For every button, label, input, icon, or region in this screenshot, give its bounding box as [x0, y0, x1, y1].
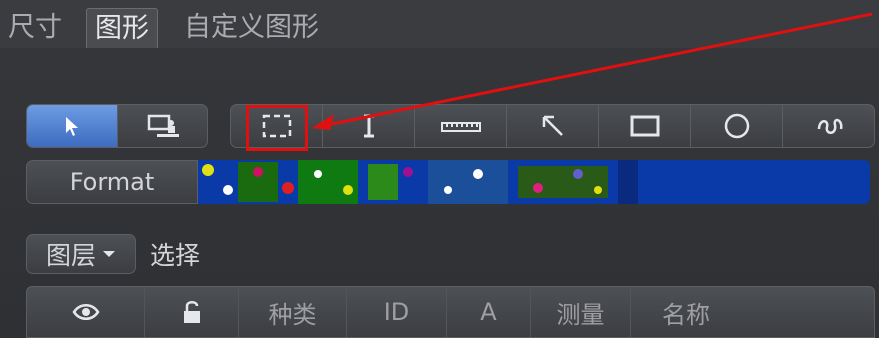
format-button-label: Format [69, 168, 155, 196]
visibility-column-header[interactable] [27, 287, 145, 337]
measure-column-header[interactable]: 测量 [531, 287, 631, 337]
a-column-header[interactable]: A [447, 287, 531, 337]
lock-column-header[interactable] [145, 287, 239, 337]
format-button[interactable]: Format [26, 160, 198, 204]
layer-dropdown-label: 图层 [45, 241, 96, 270]
layer-dropdown[interactable]: 图层 [26, 234, 136, 274]
id-column-header[interactable]: ID [347, 287, 447, 337]
select-label[interactable]: 选择 [150, 236, 200, 272]
chevron-down-icon [102, 249, 116, 259]
name-column-header[interactable]: 名称 [631, 287, 741, 337]
eye-icon [71, 303, 100, 321]
layer-table-header: 种类 ID A 测量 名称 [26, 286, 875, 338]
lock-icon [182, 299, 202, 325]
type-column-header[interactable]: 种类 [239, 287, 347, 337]
format-preview-swatch [198, 160, 870, 204]
